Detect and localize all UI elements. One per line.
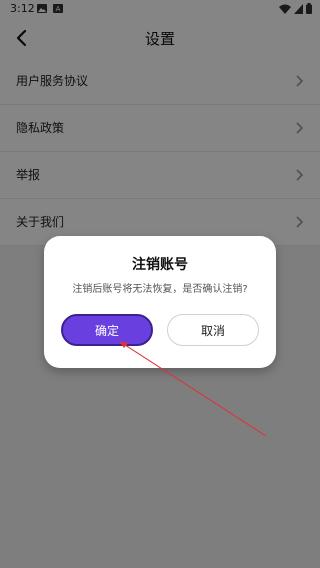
cancel-button[interactable]: 取消 xyxy=(167,314,259,346)
confirm-button[interactable]: 确定 xyxy=(61,314,153,346)
delete-account-dialog: 注销账号 注销后账号将无法恢复，是否确认注销? 确定 取消 xyxy=(44,236,276,368)
dialog-message: 注销后账号将无法恢复，是否确认注销? xyxy=(72,284,248,295)
dialog-title: 注销账号 xyxy=(132,257,188,273)
